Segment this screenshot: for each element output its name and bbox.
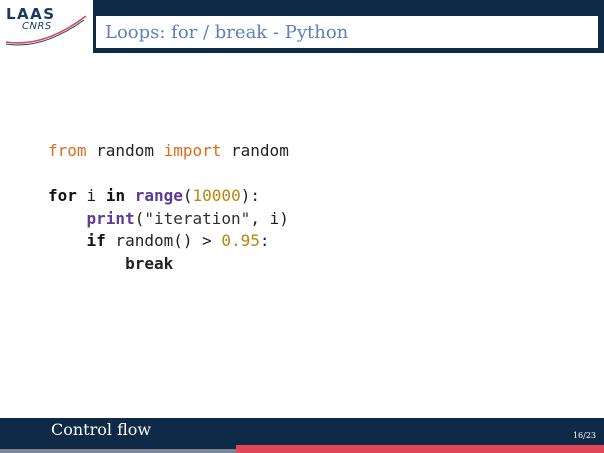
number-threshold: 0.95 [221,231,260,250]
logo-cnrs-text: CNRS [22,21,52,32]
number-10000: 10000 [192,186,241,205]
code-line-5: if random() > 0.95: [86,231,270,250]
keyword-for: for [48,186,77,205]
code-line-3: for i in range(10000): [48,186,260,205]
builtin-print: print [86,208,135,228]
keyword-import: import [163,141,222,160]
code-line-6: break [48,254,173,273]
code-line-1: from random import random [48,141,289,160]
keyword-break: break [125,253,174,273]
footer-section-title: Control flow [51,420,152,439]
keyword-from: from [48,141,87,160]
slide-title: Loops: for / break - Python [105,22,349,43]
builtin-range: range [134,186,183,205]
code-block: from random import random for i in range… [48,140,289,275]
laas-cnrs-logo: LAAS CNRS [0,0,93,53]
keyword-if: if [86,231,106,250]
footer-bar-red [236,445,604,453]
title-box: Loops: for / break - Python [96,16,598,48]
footer-bar-gray [0,449,236,453]
page-number: 16/23 [572,431,596,440]
keyword-in: in [105,186,126,205]
module-name: random [86,141,164,160]
condition-expr: random() > [105,231,222,250]
code-line-4: print("iteration", i) [86,208,289,228]
slide-header: LAAS CNRS Loops: for / break - Python [0,0,604,53]
loop-var: i [76,186,106,205]
import-name: random [221,141,289,160]
string-iteration: "iteration" [144,208,251,228]
